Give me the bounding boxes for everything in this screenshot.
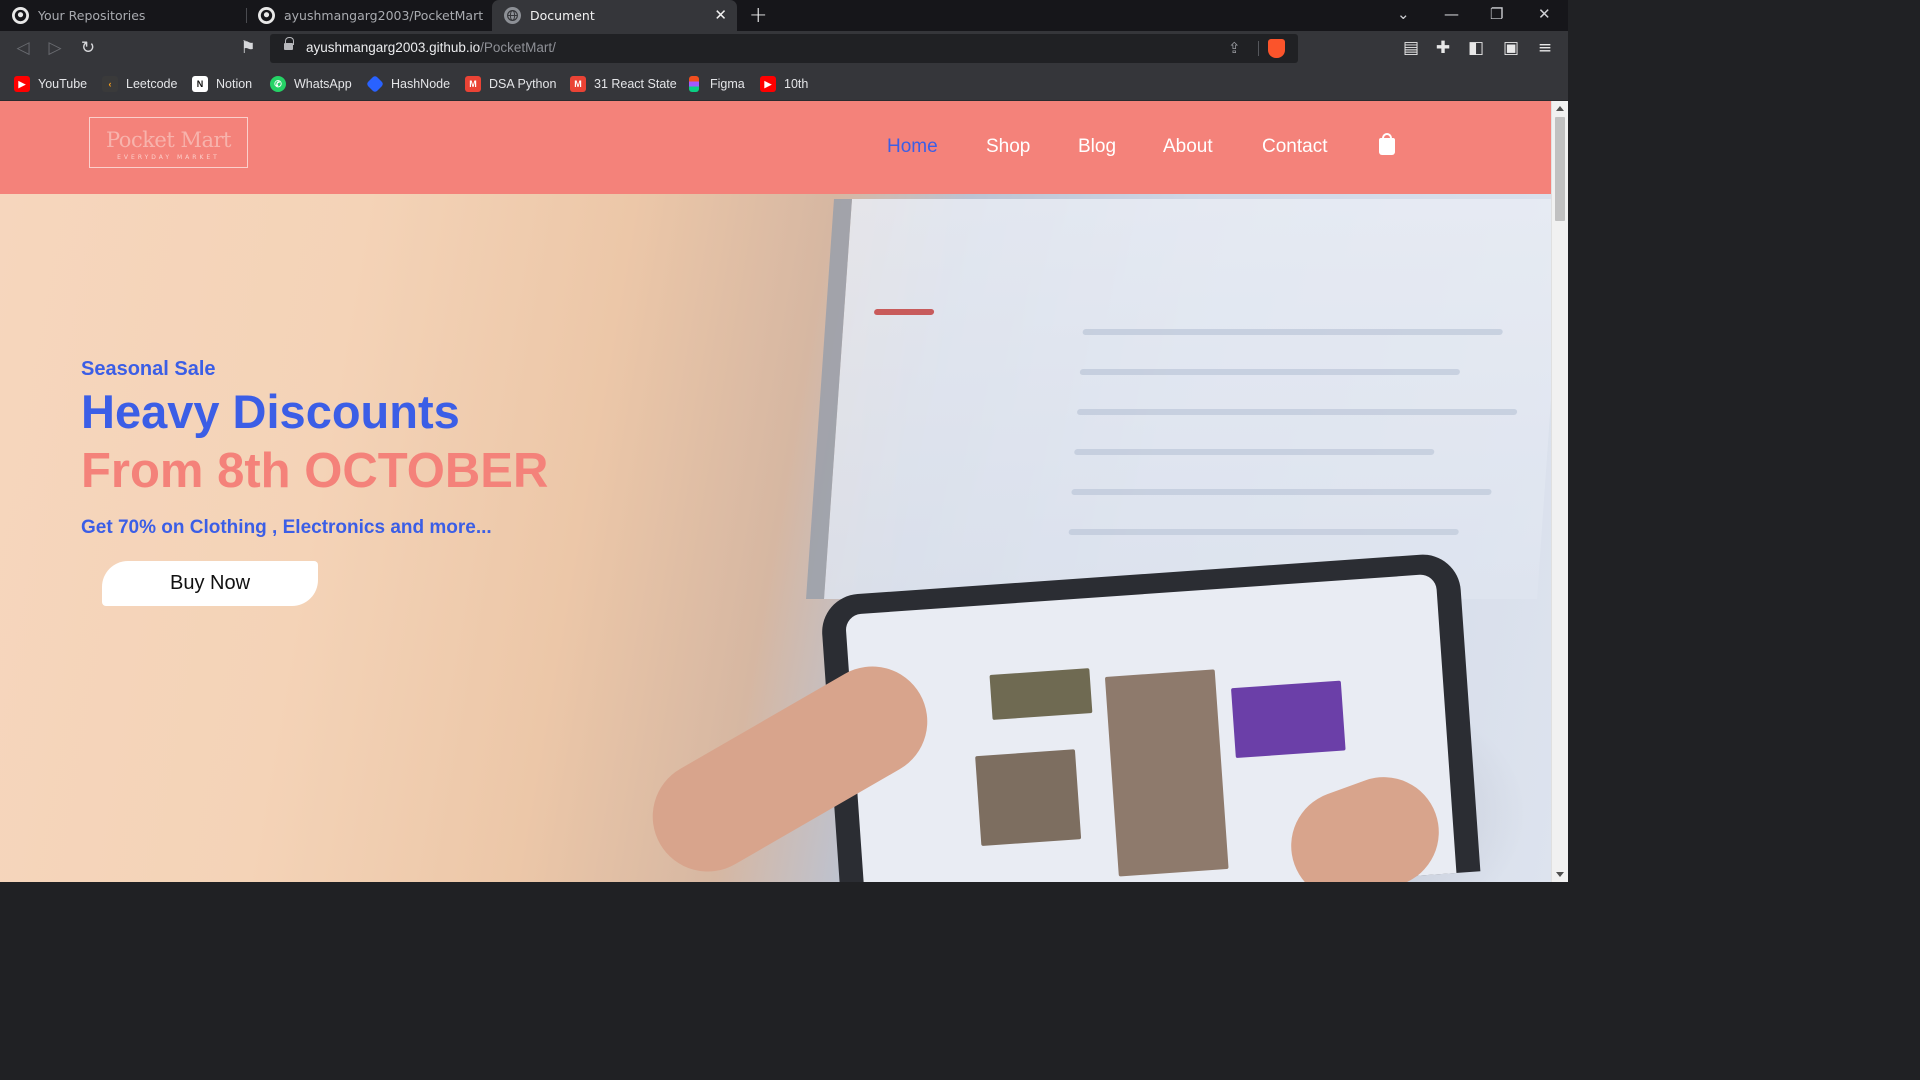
whatsapp-icon: ✆ (270, 76, 286, 92)
scroll-thumb[interactable] (1555, 117, 1565, 221)
lock-icon (284, 37, 294, 52)
hero-banner: Seasonal Sale Heavy Discounts From 8th O… (0, 194, 1551, 882)
tab-title: ayushmangarg2003/PocketMart (284, 8, 484, 23)
forward-icon[interactable]: ▷ (44, 37, 66, 59)
leetcode-icon: ‹ (102, 76, 118, 92)
hero-laptop-image (806, 199, 1551, 599)
shopping-bag-icon[interactable] (1379, 133, 1395, 155)
new-tab-icon[interactable]: + (749, 3, 767, 28)
bookmark-dsa-python[interactable]: M DSA Python (465, 75, 556, 93)
bookmark-label: YouTube (38, 77, 88, 91)
browser-toolbar: ◁ ▷ ↻ ⚑ ayushmangarg2003.github.io/Pocke… (0, 31, 1568, 66)
logo-tagline: EVERYDAY MARKET (117, 154, 220, 161)
youtube-icon: ▶ (760, 76, 776, 92)
close-window-icon[interactable]: ✕ (1538, 5, 1551, 23)
bookmark-react-state[interactable]: M 31 React State (570, 75, 677, 93)
tab-title: Document (530, 8, 595, 23)
bookmark-notion[interactable]: N Notion (192, 75, 252, 93)
gmail-icon: M (465, 76, 481, 92)
github-icon (258, 7, 275, 24)
youtube-icon: ▶ (14, 76, 30, 92)
notion-icon: N (192, 76, 208, 92)
omnibox-divider (1258, 41, 1259, 56)
hero-date-headline: From 8th OCTOBER (81, 444, 549, 498)
nav-home[interactable]: Home (887, 136, 938, 158)
bookmark-youtube[interactable]: ▶ YouTube (14, 75, 87, 93)
scroll-down-icon[interactable] (1556, 872, 1564, 877)
sidebar-icon[interactable]: ◧ (1465, 37, 1487, 59)
tab-document[interactable]: Document ✕ (492, 0, 737, 31)
gmail-icon: M (570, 76, 586, 92)
back-icon[interactable]: ◁ (12, 37, 34, 59)
share-icon[interactable]: ⇪ (1228, 39, 1241, 57)
nav-contact[interactable]: Contact (1262, 136, 1327, 158)
bookmark-10th[interactable]: ▶ 10th (760, 75, 808, 93)
nav-blog[interactable]: Blog (1078, 136, 1116, 158)
url-path: /PocketMart/ (480, 40, 556, 55)
hero-headline: Heavy Discounts (81, 385, 460, 438)
page-scrollbar[interactable] (1551, 101, 1568, 882)
restore-icon[interactable]: ❐ (1490, 5, 1503, 23)
nav-about[interactable]: About (1163, 136, 1213, 158)
address-url: ayushmangarg2003.github.io/PocketMart/ (306, 40, 556, 55)
url-host: ayushmangarg2003.github.io (306, 40, 481, 55)
logo-name: Pocket Mart (106, 128, 231, 152)
site-header: Pocket Mart EVERYDAY MARKET Home Shop Bl… (0, 101, 1551, 194)
bookmark-label: 31 React State (594, 77, 677, 91)
buy-now-button[interactable]: Buy Now (102, 561, 318, 606)
tab-title: Your Repositories (38, 8, 146, 23)
bookmark-icon[interactable]: ⚑ (237, 37, 259, 59)
hero-subtext: Get 70% on Clothing , Electronics and mo… (81, 517, 492, 538)
bookmark-label: HashNode (391, 77, 451, 91)
web-page: Pocket Mart EVERYDAY MARKET Home Shop Bl… (0, 101, 1551, 882)
nav-shop[interactable]: Shop (986, 136, 1030, 158)
bookmark-leetcode[interactable]: ‹ Leetcode (102, 75, 177, 93)
address-bar[interactable]: ayushmangarg2003.github.io/PocketMart/ ⇪ (270, 34, 1298, 63)
figma-icon (689, 76, 699, 92)
extensions-puzzle-icon[interactable]: ✚ (1432, 37, 1454, 59)
minimize-icon[interactable]: — (1444, 5, 1459, 23)
bookmarks-bar: ▶ YouTube ‹ Leetcode N Notion ✆ WhatsApp Has… (0, 66, 1568, 101)
bookmark-hashnode[interactable]: HashNode (365, 74, 451, 94)
wallet-icon[interactable]: ▣ (1500, 37, 1522, 59)
bookmark-label: DSA Python (489, 77, 557, 91)
bookmark-figma[interactable]: Figma (686, 75, 745, 93)
bookmark-label: Notion (216, 77, 253, 91)
bookmark-label: WhatsApp (294, 77, 352, 91)
tab-search-chevron-icon[interactable]: ⌄ (1397, 5, 1410, 23)
hashnode-icon (365, 74, 385, 94)
bookmark-label: 10th (784, 77, 809, 91)
hero-eyebrow: Seasonal Sale (81, 358, 216, 380)
globe-icon (504, 7, 521, 24)
bookmark-label: Leetcode (126, 77, 178, 91)
close-tab-icon[interactable]: ✕ (714, 6, 727, 24)
browser-tab-bar: Your Repositories ayushmangarg2003/Pocke… (0, 0, 1568, 31)
brave-shields-icon[interactable] (1268, 39, 1285, 58)
reload-icon[interactable]: ↻ (77, 37, 99, 59)
bookmark-label: Figma (710, 77, 745, 91)
site-logo[interactable]: Pocket Mart EVERYDAY MARKET (89, 117, 248, 168)
scroll-up-icon[interactable] (1556, 106, 1564, 111)
extension-icon[interactable]: ▤ (1400, 37, 1422, 59)
github-icon (12, 7, 29, 24)
tab-pocketmart-repo[interactable]: ayushmangarg2003/PocketMart (246, 0, 492, 31)
tab-your-repositories[interactable]: Your Repositories (0, 0, 246, 31)
menu-icon[interactable]: ≡ (1534, 37, 1556, 59)
bookmark-whatsapp[interactable]: ✆ WhatsApp (270, 75, 352, 93)
